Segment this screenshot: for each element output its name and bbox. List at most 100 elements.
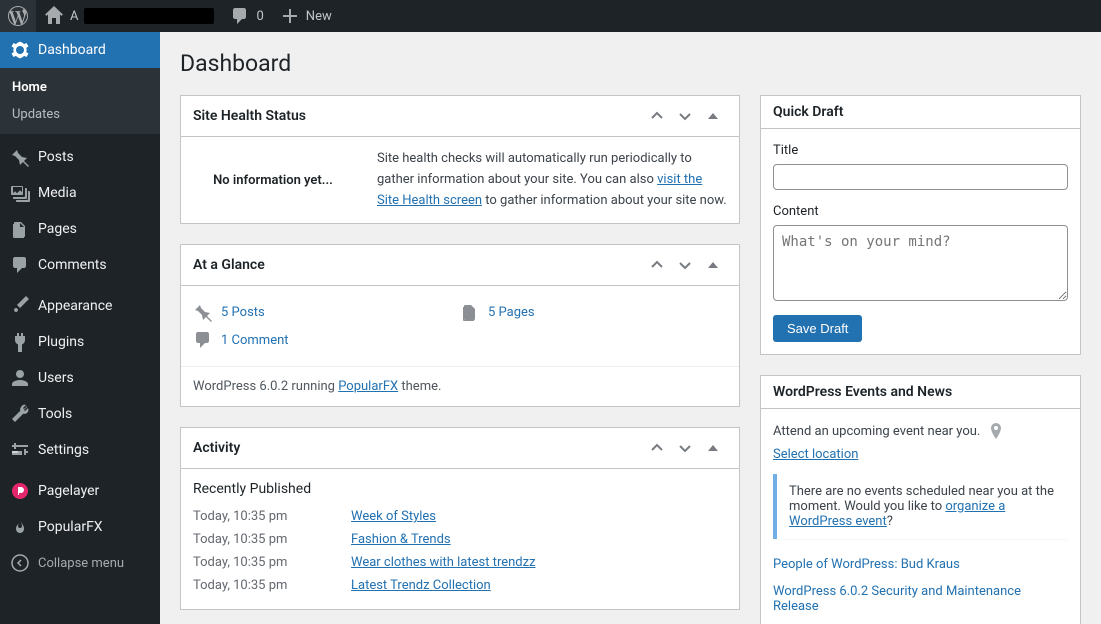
menu-plugins[interactable]: Plugins [0, 324, 160, 360]
pages-icon [10, 219, 30, 239]
menu-label: Users [38, 370, 74, 386]
move-up-button[interactable] [643, 104, 671, 128]
glance-version: WordPress 6.0.2 running PopularFX theme. [181, 366, 739, 406]
draft-title-input[interactable] [773, 164, 1068, 190]
activity-date: Today, 10:35 pm [193, 555, 351, 570]
menu-pagelayer[interactable]: Pagelayer [0, 473, 160, 509]
site-name-initial: A [70, 9, 78, 24]
draft-content-textarea[interactable] [773, 225, 1068, 301]
move-down-button[interactable] [671, 436, 699, 460]
pin-icon [10, 147, 30, 167]
menu-label: Appearance [38, 298, 112, 314]
comments-icon [10, 255, 30, 275]
toggle-button[interactable] [699, 253, 727, 277]
menu-label: Comments [38, 257, 107, 273]
news-link[interactable]: People of WordPress: Bud Kraus [773, 557, 960, 572]
box-title: At a Glance [193, 257, 643, 273]
activity-subtitle: Recently Published [193, 481, 727, 497]
wp-logo-menu[interactable] [0, 0, 36, 32]
submenu-updates[interactable]: Updates [0, 101, 160, 128]
menu-appearance[interactable]: Appearance [0, 288, 160, 324]
news-item: WordPress 6.0.2 Security and Maintenance… [761, 578, 1080, 620]
glance-posts-link[interactable]: 5 Posts [221, 305, 265, 320]
menu-comments[interactable]: Comments [0, 247, 160, 283]
move-down-button[interactable] [671, 104, 699, 128]
activity-post-link[interactable]: Week of Styles [351, 509, 436, 524]
move-up-button[interactable] [643, 253, 671, 277]
menu-settings[interactable]: Settings [0, 432, 160, 468]
activity-date: Today, 10:35 pm [193, 578, 351, 593]
activity-row: Today, 10:35 pmFashion & Trends [193, 528, 727, 551]
page-title: Dashboard [180, 50, 1081, 77]
news-link[interactable]: WordPress 6.0.2 Security and Maintenance… [773, 584, 1021, 614]
menu-label: Plugins [38, 334, 84, 350]
glance-posts: 5 Posts [193, 298, 460, 326]
site-health-box: Site Health Status No information yet...… [180, 95, 740, 224]
menu-label: Pagelayer [38, 483, 99, 499]
activity-post-link[interactable]: Fashion & Trends [351, 532, 451, 547]
wrench-icon [10, 404, 30, 424]
home-icon [44, 6, 64, 26]
site-home-link[interactable]: A [36, 0, 222, 32]
menu-label: Posts [38, 149, 74, 165]
activity-post-link[interactable]: Wear clothes with latest trendzz [351, 555, 536, 570]
activity-date: Today, 10:35 pm [193, 509, 351, 524]
select-location-link[interactable]: Select location [773, 447, 858, 462]
pages-icon [460, 302, 480, 322]
move-down-button[interactable] [671, 253, 699, 277]
title-label: Title [773, 141, 1068, 160]
wordpress-logo-icon [8, 6, 28, 26]
toggle-button[interactable] [699, 104, 727, 128]
menu-label: Tools [38, 406, 72, 422]
events-attend-row: Attend an upcoming event near you. Selec… [761, 409, 1080, 474]
activity-row: Today, 10:35 pmWear clothes with latest … [193, 551, 727, 574]
submenu-home[interactable]: Home [0, 74, 160, 101]
health-description: Site health checks will automatically ru… [377, 149, 727, 211]
popularfx-icon [10, 517, 30, 537]
at-a-glance-box: At a Glance 5 Posts [180, 244, 740, 407]
new-content-link[interactable]: New [272, 0, 340, 32]
menu-dashboard[interactable]: Dashboard [0, 32, 160, 68]
box-title: Quick Draft [773, 104, 1068, 120]
comment-icon [193, 330, 213, 350]
menu-label: Pages [38, 221, 77, 237]
collapse-label: Collapse menu [38, 556, 124, 571]
collapse-menu[interactable]: Collapse menu [0, 545, 160, 581]
menu-media[interactable]: Media [0, 175, 160, 211]
box-header: Site Health Status [181, 96, 739, 137]
main-content: Dashboard Site Health Status No informat… [160, 32, 1101, 624]
menu-label: Media [38, 185, 77, 201]
sliders-icon [10, 440, 30, 460]
menu-popularfx[interactable]: PopularFX [0, 509, 160, 545]
health-status: No information yet... [193, 149, 353, 188]
plug-icon [10, 332, 30, 352]
activity-post-link[interactable]: Latest Trendz Collection [351, 578, 491, 593]
glance-comments-link[interactable]: 1 Comment [221, 333, 289, 348]
new-label: New [306, 9, 332, 24]
move-up-button[interactable] [643, 436, 671, 460]
news-item: People of WordPress: Bud Kraus [761, 551, 1080, 578]
activity-row: Today, 10:35 pmWeek of Styles [193, 505, 727, 528]
menu-users[interactable]: Users [0, 360, 160, 396]
menu-label: Settings [38, 442, 89, 458]
pagelayer-icon [10, 481, 30, 501]
dashboard-icon [10, 40, 30, 60]
comments-link[interactable]: 0 [222, 0, 271, 32]
news-item: Post Status: The $500 Website [761, 620, 1080, 624]
save-draft-button[interactable]: Save Draft [773, 315, 862, 342]
toggle-button[interactable] [699, 436, 727, 460]
brush-icon [10, 296, 30, 316]
comment-icon [230, 6, 250, 26]
box-title: Site Health Status [193, 108, 643, 124]
quick-draft-box: Quick Draft Title Content Save Draft [760, 95, 1081, 355]
media-icon [10, 183, 30, 203]
dashboard-submenu: Home Updates [0, 68, 160, 134]
comments-count: 0 [256, 9, 263, 24]
menu-pages[interactable]: Pages [0, 211, 160, 247]
glance-pages-link[interactable]: 5 Pages [488, 305, 535, 320]
menu-tools[interactable]: Tools [0, 396, 160, 432]
collapse-icon [10, 553, 30, 573]
theme-link[interactable]: PopularFX [338, 379, 398, 394]
admin-sidebar: Dashboard Home Updates Posts Media Pages… [0, 32, 160, 624]
menu-posts[interactable]: Posts [0, 139, 160, 175]
